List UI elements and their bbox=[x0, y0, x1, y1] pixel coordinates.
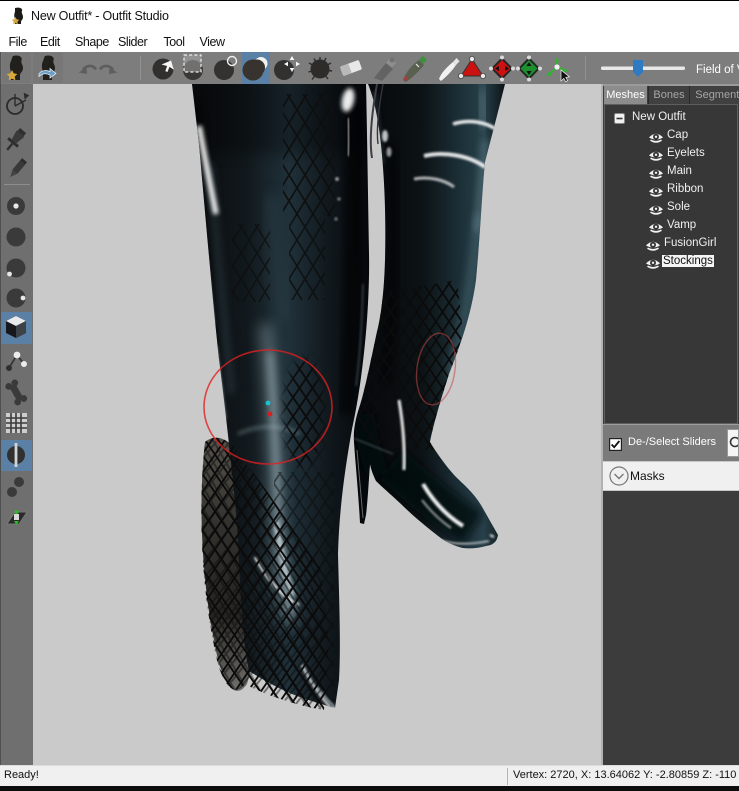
svg-text:Field of V: Field of V bbox=[696, 64, 739, 76]
